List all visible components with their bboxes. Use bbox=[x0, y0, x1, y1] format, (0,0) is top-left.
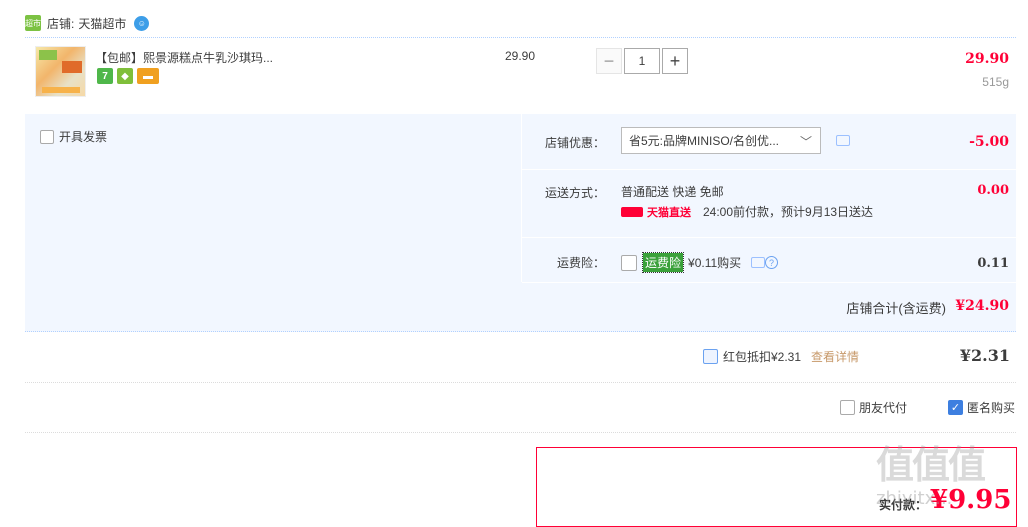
wangwang-chat-icon[interactable]: ☺ bbox=[134, 15, 150, 31]
insurance-checkbox[interactable] bbox=[621, 254, 637, 271]
help-icon[interactable]: ? bbox=[765, 256, 778, 269]
redpacket-label: 红包抵扣¥2.31 bbox=[723, 350, 802, 364]
shop-name-link[interactable]: 天猫超市 bbox=[78, 15, 126, 32]
tmall-supermarket-icon: 超市 bbox=[25, 15, 41, 31]
divider bbox=[521, 114, 522, 282]
watermark-logo: 值值值 bbox=[876, 443, 986, 487]
friend-pay-option[interactable]: 朋友代付 bbox=[840, 399, 907, 416]
invoice-checkbox[interactable] bbox=[40, 129, 54, 144]
order-options-panel: 开具发票 店铺优惠： 省5元:品牌MINISO/名创优... ﹀ -5.00 运… bbox=[25, 114, 1016, 332]
anonymous-checkbox[interactable]: ✓ bbox=[948, 400, 963, 415]
unit-price: 29.90 bbox=[505, 49, 536, 63]
item-weight: 515g bbox=[982, 75, 1009, 89]
credit-card-icon[interactable]: ▬ bbox=[137, 68, 159, 84]
insurance-tag: 运费险 bbox=[641, 252, 685, 273]
quantity-stepper: − 1 + bbox=[596, 48, 688, 74]
shop-label: 店铺: bbox=[47, 16, 75, 31]
divider bbox=[522, 237, 1016, 238]
redpacket-value: ¥2.31 bbox=[959, 346, 1010, 365]
watermark-url: zhiyitx... bbox=[876, 488, 953, 509]
tmall-direct-badge: 天猫直送 bbox=[621, 205, 691, 219]
insurance-option[interactable]: 运费险 ¥0.11购买 bbox=[621, 252, 742, 273]
divider bbox=[25, 382, 1016, 383]
discount-value: -5.00 bbox=[969, 134, 1009, 150]
decrease-quantity-button[interactable]: − bbox=[596, 48, 622, 74]
insurance-price: ¥0.11购买 bbox=[688, 256, 742, 270]
anonymous-option[interactable]: ✓ 匿名购买 bbox=[948, 399, 1015, 416]
divider bbox=[25, 432, 1016, 433]
shipping-value: 0.00 bbox=[977, 183, 1009, 198]
seven-day-return-icon[interactable]: 7 bbox=[97, 68, 113, 84]
insurance-label: 运费险： bbox=[557, 256, 606, 270]
tmall-cart-icon bbox=[621, 207, 643, 217]
friend-pay-checkbox[interactable] bbox=[840, 400, 855, 415]
product-thumbnail[interactable] bbox=[35, 46, 86, 97]
quantity-input[interactable]: 1 bbox=[624, 48, 660, 74]
friend-pay-label: 朋友代付 bbox=[859, 401, 908, 415]
tmall-direct-label: 天猫直送 bbox=[647, 207, 691, 219]
discount-select[interactable]: 省5元:品牌MINISO/名创优... ﹀ bbox=[621, 127, 821, 154]
product-title-link[interactable]: 【包邮】熙景源糕点牛乳沙琪玛... bbox=[95, 49, 273, 66]
redpacket-checkbox[interactable] bbox=[703, 349, 718, 364]
shipping-label: 运送方式： bbox=[545, 186, 606, 200]
shop-header: 超市 店铺: 天猫超市 ☺ bbox=[25, 12, 150, 34]
delivery-estimate: 24:00前付款，预计9月13日送达 bbox=[703, 205, 874, 219]
chat-bubble-icon[interactable] bbox=[751, 257, 765, 268]
chat-bubble-icon[interactable] bbox=[836, 135, 850, 146]
cart-item-row: 【包邮】熙景源糕点牛乳沙琪玛... 7 ◆ ▬ 29.90 − 1 + 29.9… bbox=[25, 38, 1016, 113]
redpacket-details-link[interactable]: 查看详情 bbox=[811, 348, 859, 365]
increase-quantity-button[interactable]: + bbox=[662, 48, 688, 74]
chevron-down-icon: ﹀ bbox=[799, 135, 812, 149]
divider bbox=[522, 282, 1016, 283]
divider bbox=[522, 169, 1016, 170]
invoice-label: 开具发票 bbox=[59, 130, 108, 144]
invoice-option[interactable]: 开具发票 bbox=[40, 128, 107, 145]
item-subtotal: 29.90 bbox=[965, 51, 1009, 67]
shipping-method: 普通配送 快递 免邮 bbox=[621, 185, 724, 199]
discount-selected-value: 省5元:品牌MINISO/名创优... bbox=[629, 134, 780, 148]
guarantee-icon[interactable]: ◆ bbox=[117, 68, 133, 84]
store-total-value: ¥24.90 bbox=[955, 298, 1009, 314]
redpacket-option[interactable]: 红包抵扣¥2.31 查看详情 bbox=[703, 348, 859, 365]
anonymous-label: 匿名购买 bbox=[967, 401, 1016, 415]
insurance-value: 0.11 bbox=[977, 256, 1009, 271]
discount-label: 店铺优惠： bbox=[545, 136, 606, 150]
store-total-label: 店铺合计(含运费) bbox=[846, 301, 946, 316]
